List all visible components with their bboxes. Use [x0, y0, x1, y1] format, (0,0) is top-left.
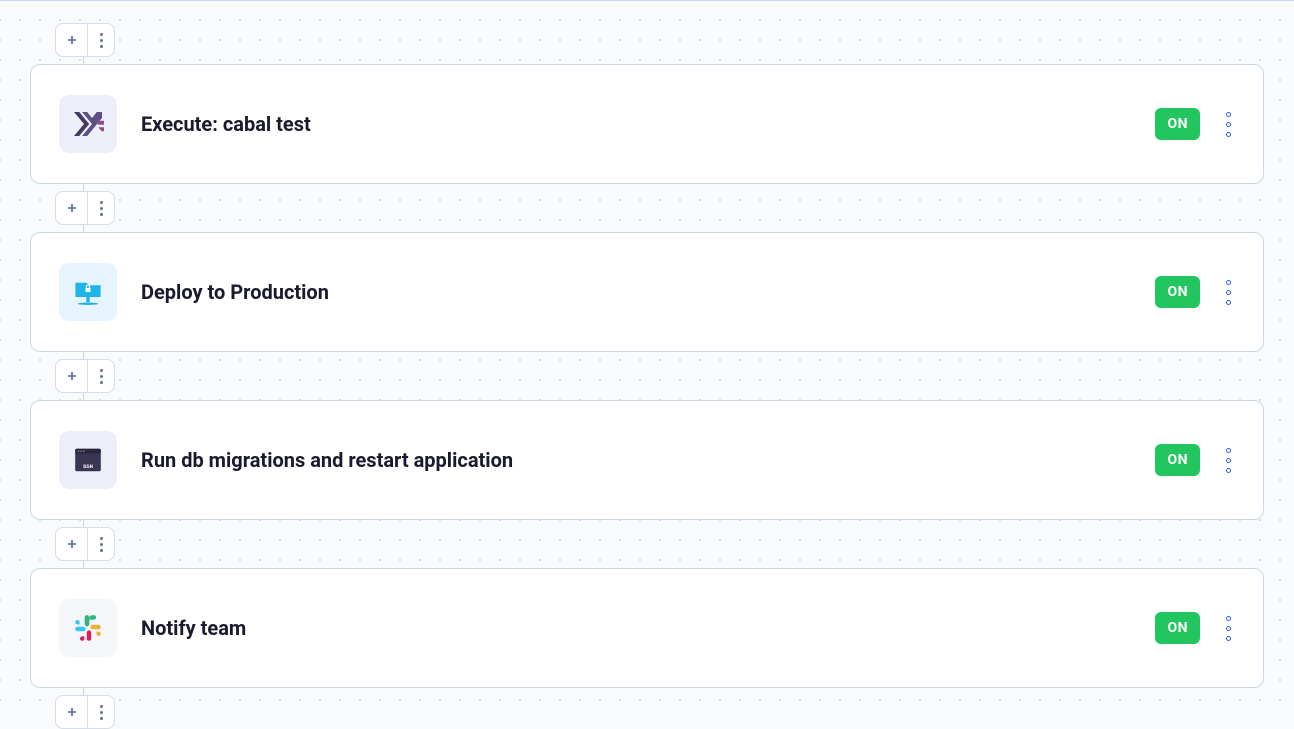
add-step-button[interactable] [56, 696, 88, 728]
step-title: Execute: cabal test [141, 112, 1131, 136]
add-step-menu [55, 191, 115, 225]
pipeline-list: Execute: cabal test ON Deploy to P [0, 0, 1294, 729]
deploy-icon [59, 263, 117, 321]
add-step-more-button[interactable] [88, 192, 114, 224]
add-step-button[interactable] [56, 24, 88, 56]
step-kebab-menu[interactable] [1222, 276, 1235, 309]
step-connector [55, 23, 1264, 64]
step-kebab-menu[interactable] [1222, 444, 1235, 477]
svg-text:SSH: SSH [83, 463, 93, 470]
step-title: Run db migrations and restart applicatio… [141, 448, 1131, 472]
step-connector [55, 184, 1264, 232]
pipeline-step[interactable]: SSH Run db migrations and restart applic… [30, 400, 1264, 520]
step-toggle[interactable]: ON [1155, 444, 1200, 476]
step-connector [55, 688, 1264, 729]
step-kebab-menu[interactable] [1222, 612, 1235, 645]
ssh-terminal-icon: SSH [59, 431, 117, 489]
add-step-more-button[interactable] [88, 528, 114, 560]
step-actions: ON [1155, 276, 1235, 309]
add-step-more-button[interactable] [88, 696, 114, 728]
add-step-button[interactable] [56, 528, 88, 560]
step-title: Deploy to Production [141, 280, 1131, 304]
add-step-more-button[interactable] [88, 360, 114, 392]
add-step-menu [55, 23, 115, 57]
slack-icon [59, 599, 117, 657]
step-kebab-menu[interactable] [1222, 108, 1235, 141]
step-title: Notify team [141, 616, 1131, 640]
add-step-menu [55, 527, 115, 561]
pipeline-step[interactable]: Deploy to Production ON [30, 232, 1264, 352]
add-step-menu [55, 695, 115, 729]
step-toggle[interactable]: ON [1155, 276, 1200, 308]
step-toggle[interactable]: ON [1155, 108, 1200, 140]
add-step-menu [55, 359, 115, 393]
step-connector [55, 520, 1264, 568]
add-step-button[interactable] [56, 192, 88, 224]
pipeline-step[interactable]: Execute: cabal test ON [30, 64, 1264, 184]
haskell-icon [59, 95, 117, 153]
step-connector [55, 352, 1264, 400]
add-step-button[interactable] [56, 360, 88, 392]
step-toggle[interactable]: ON [1155, 612, 1200, 644]
step-actions: ON [1155, 444, 1235, 477]
pipeline-step[interactable]: Notify team ON [30, 568, 1264, 688]
add-step-more-button[interactable] [88, 24, 114, 56]
step-actions: ON [1155, 108, 1235, 141]
step-actions: ON [1155, 612, 1235, 645]
